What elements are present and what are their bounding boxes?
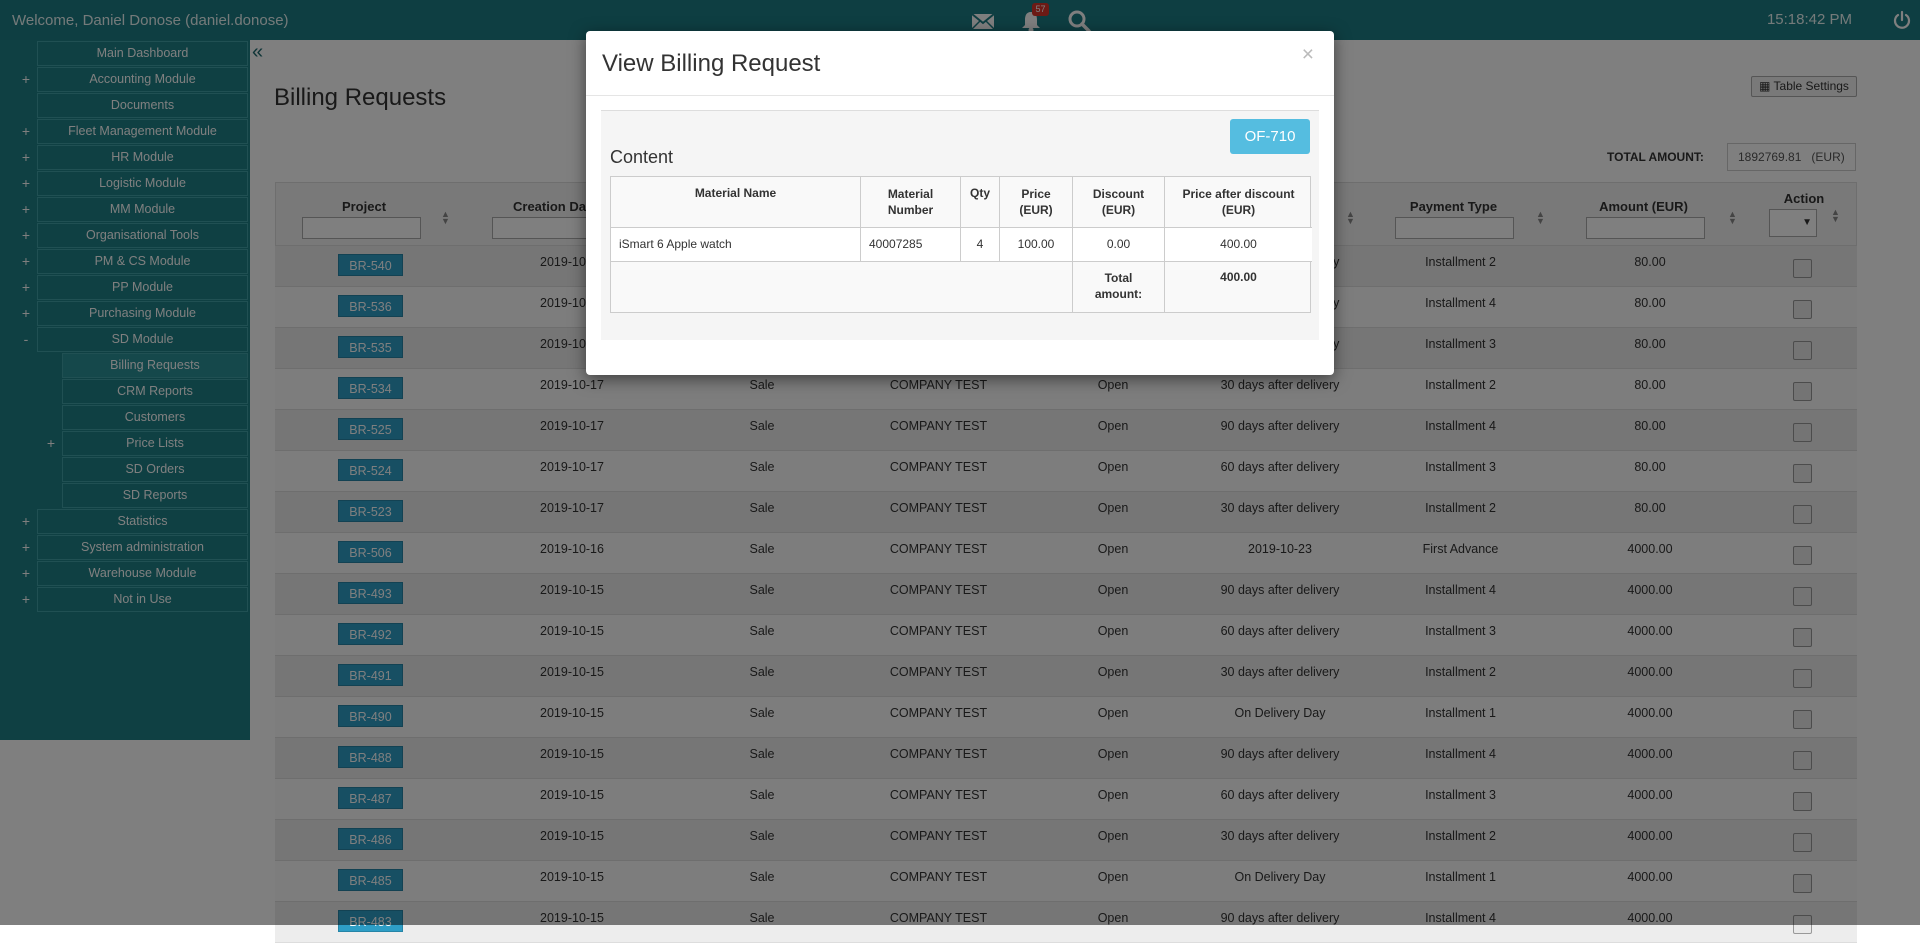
modal-title: View Billing Request xyxy=(602,50,821,77)
content-heading: Content xyxy=(610,147,674,167)
modal-divider xyxy=(586,95,1334,96)
col-price: Price (EUR) xyxy=(1000,177,1073,228)
view-billing-request-modal: View Billing Request × OF-710 Content Ma… xyxy=(586,31,1334,375)
col-material-number: Material Number xyxy=(861,177,961,228)
close-icon[interactable]: × xyxy=(1302,43,1314,67)
col-material-name: Material Name xyxy=(611,177,861,228)
item-discount: 0.00 xyxy=(1073,228,1165,262)
order-tag-button[interactable]: OF-710 xyxy=(1230,119,1310,154)
content-panel: OF-710 Content Material Name Material Num… xyxy=(601,110,1319,340)
total-spacer xyxy=(611,262,1073,312)
item-name: iSmart 6 Apple watch xyxy=(611,228,861,262)
col-price-after-discount: Price after discount (EUR) xyxy=(1165,177,1312,228)
item-price-after-discount: 400.00 xyxy=(1165,228,1312,262)
col-qty: Qty xyxy=(961,177,1000,228)
item-number: 40007285 xyxy=(861,228,961,262)
item-qty: 4 xyxy=(961,228,1000,262)
total-label: Total amount: xyxy=(1073,262,1165,312)
materials-table: Material Name Material Number Qty Price (E… xyxy=(610,176,1312,313)
item-price: 100.00 xyxy=(1000,228,1073,262)
col-discount: Discount (EUR) xyxy=(1073,177,1165,228)
total-value: 400.00 xyxy=(1220,270,1257,284)
